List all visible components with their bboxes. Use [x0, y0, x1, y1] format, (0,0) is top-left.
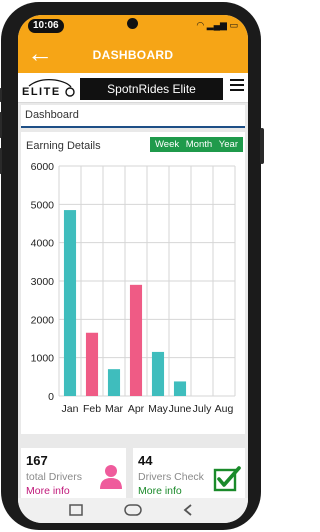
more-info-link[interactable]: More info [138, 485, 182, 497]
phone-side-button [0, 88, 2, 102]
stat-value: 44 [138, 453, 153, 468]
status-time: 10:06 [28, 19, 64, 33]
stats-row: 167 total Drivers More info 44 Drivers C… [21, 448, 245, 500]
hamburger-menu-icon[interactable] [230, 79, 244, 93]
earning-details-title: Earning Details [26, 140, 101, 152]
x-tick-label: Feb [83, 403, 101, 415]
earning-details-card: Earning Details Week Month Year 0 1000 200… [21, 132, 245, 434]
home-icon[interactable] [124, 504, 142, 516]
bar[interactable] [151, 351, 165, 396]
checkbox-icon [213, 465, 241, 493]
y-tick-label: 1000 [31, 353, 55, 365]
stat-label: Drivers Check [138, 471, 204, 483]
x-tick-label: Apr [128, 403, 145, 415]
x-tick-label: May [148, 403, 169, 415]
screen: 10:06 ◠ ▂▄▆ ▭ ← DASHBOARD ELITE SpotnRid… [18, 15, 248, 523]
earnings-bar-chart: 0 1000 2000 3000 4000 5000 6000 Jan Feb Mar Apr May… [31, 161, 236, 415]
status-icons: ◠ ▂▄▆ ▭ [196, 20, 238, 31]
phone-volume-down [0, 148, 2, 174]
back-icon[interactable] [182, 504, 194, 516]
x-tick-label: June [169, 403, 192, 415]
bar[interactable] [85, 332, 99, 396]
elite-logo[interactable]: ELITE [21, 77, 77, 99]
logo-text: ELITE [22, 86, 61, 98]
signal-icon: ▂▄▆ [206, 20, 227, 30]
bar[interactable] [107, 369, 121, 396]
status-bar: 10:06 ◠ ▂▄▆ ▭ [18, 15, 248, 37]
stat-drivers-check[interactable]: 44 Drivers Check More info [133, 448, 245, 500]
bar[interactable] [173, 381, 187, 396]
stat-value: 167 [26, 453, 48, 468]
y-tick-label: 2000 [31, 314, 55, 326]
tab-week[interactable]: Week [153, 139, 181, 150]
stat-total-drivers[interactable]: 167 total Drivers More info [21, 448, 126, 500]
y-tick-label: 5000 [31, 199, 55, 211]
tab-month[interactable]: Month [184, 139, 214, 150]
x-tick-label: July [193, 403, 212, 415]
stat-label: total Drivers [26, 471, 83, 483]
more-info-link[interactable]: More info [26, 485, 70, 497]
phone-power-button [260, 128, 264, 164]
x-tick-label: Mar [105, 403, 124, 415]
y-tick-label: 6000 [31, 161, 55, 173]
wifi-icon: ◠ [196, 20, 205, 30]
x-tick-label: Aug [215, 403, 234, 415]
system-nav-bar [18, 498, 248, 523]
battery-icon: ▭ [229, 20, 238, 30]
x-tick-label: Jan [62, 403, 79, 415]
page-title: DASHBOARD [92, 48, 174, 62]
front-camera [127, 18, 138, 29]
brand-bar: ELITE SpotnRides Elite [18, 73, 248, 103]
phone-volume-up [0, 112, 2, 138]
bar[interactable] [129, 284, 143, 396]
y-tick-label: 4000 [31, 238, 55, 250]
y-tick-label: 3000 [31, 276, 55, 288]
y-tick-label: 0 [48, 391, 54, 403]
tab-year[interactable]: Year [217, 139, 240, 150]
period-tabs: Week Month Year [149, 137, 243, 152]
bar[interactable] [63, 210, 77, 396]
recent-apps-icon[interactable] [69, 504, 83, 516]
brand-name: SpotnRides Elite [80, 78, 223, 100]
person-icon [100, 465, 122, 489]
breadcrumb: Dashboard [21, 105, 245, 128]
phone-frame: 10:06 ◠ ▂▄▆ ▭ ← DASHBOARD ELITE SpotnRid… [0, 2, 264, 530]
app-bar: ← DASHBOARD [18, 37, 248, 73]
